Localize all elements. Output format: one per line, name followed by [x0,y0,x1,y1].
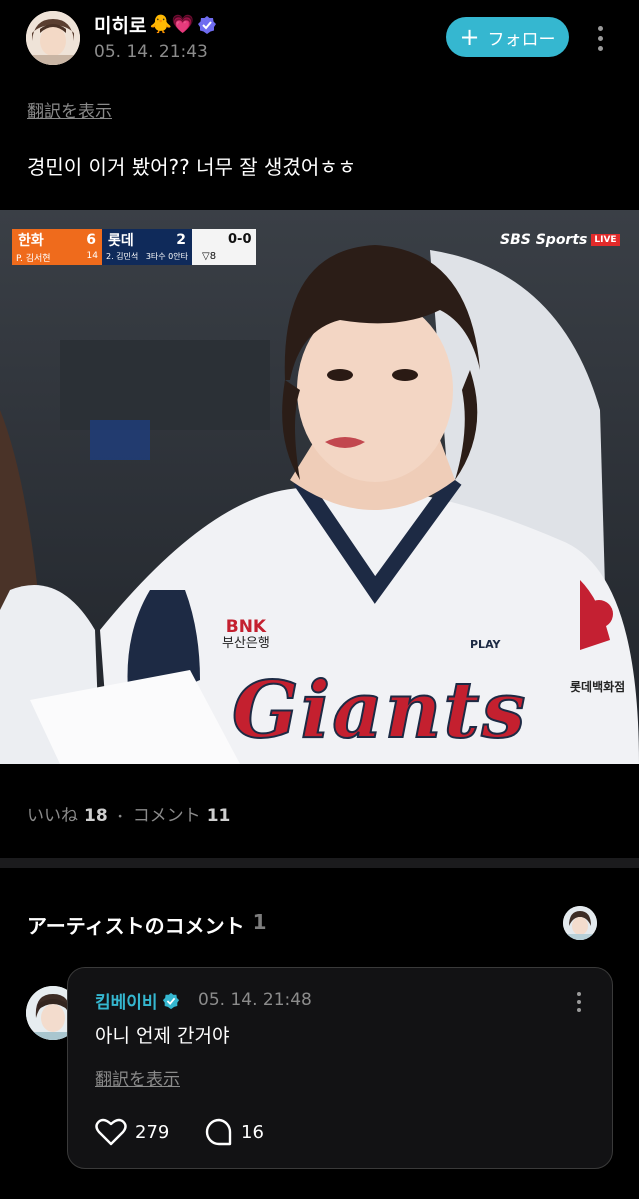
verified-badge-icon [162,992,180,1010]
post-image[interactable]: 한화 6 롯데 2 0-0 ▽8 P. 김서현 14 2. 김민석 3타수 0안… [0,210,639,764]
broadcaster-logo: SBS Sports LIVE [500,232,620,248]
batter-stat: 3타수 0안타 [145,252,188,261]
inning: ▽8 [202,251,217,262]
section-divider [0,858,639,868]
likes-count[interactable]: 18 [84,806,108,826]
artist-comments-header: アーティストのコメント 1 [27,910,267,939]
artist-comments-title: アーティストのコメント [27,914,245,938]
comment-translate-link[interactable]: 翻訳を表示 [95,1065,180,1090]
author-avatar[interactable] [26,11,80,65]
brand-logo: PLAY [470,638,501,651]
comment-author[interactable]: 킴베이비 [95,988,180,1013]
comment-reply-button[interactable]: 16 [205,1118,264,1146]
pitch-count: 14 [86,251,98,261]
post-timestamp: 05. 14. 21:43 [94,42,208,62]
away-score: 2 [176,232,186,248]
author-emoji: 🐥💗 [149,14,195,35]
comment-text: 아니 언제 간거야 [95,1025,230,1047]
artist-comment-card: 킴베이비 05. 14. 21:48 아니 언제 간거야 翻訳を表示 279 1… [67,967,613,1169]
ball-count: 0-0 [228,232,252,247]
broadcaster-name: SBS Sports [500,232,588,248]
verified-badge-icon [197,15,217,35]
sleeve-text: 롯데백화점 [570,680,626,694]
pitcher-name: P. 김서현 [16,254,51,264]
comment-author-name: 킴베이비 [95,993,158,1013]
comment-more-icon[interactable] [577,992,581,1012]
comment-like-count: 279 [135,1121,170,1143]
post-stats: いいね 18 ・ コメント 11 [27,801,230,826]
away-team: 롯데 [108,233,134,249]
comment-icon [205,1118,233,1146]
follow-label: フォロー [487,29,556,50]
home-score: 6 [86,232,96,248]
comments-count[interactable]: 11 [207,806,231,826]
comment-timestamp: 05. 14. 21:48 [198,990,312,1010]
stats-separator: ・ [113,810,127,825]
translate-link[interactable]: 翻訳を表示 [27,97,112,122]
sponsor-sub: 부산은행 [222,635,270,651]
likes-label: いいね [27,806,78,826]
sponsor-patch: BNK 부산은행 [222,618,270,651]
home-team: 한화 [18,233,44,249]
batter-info: 2. 김민석 3타수 0안타 [102,251,192,265]
more-icon[interactable] [598,26,603,51]
heart-icon [95,1118,127,1146]
artist-avatar-small[interactable] [563,906,597,940]
sponsor-text: BNK [225,617,267,637]
artist-comments-count: 1 [252,910,267,934]
plus-icon: + [459,23,480,51]
comment-like-button[interactable]: 279 [95,1118,169,1146]
jersey-text: Giants [231,664,528,757]
pitcher-info: P. 김서현 14 [12,251,102,265]
author-name-text: 미히로 [94,15,147,37]
live-badge: LIVE [591,234,620,246]
comments-label: コメント [132,806,201,826]
follow-button[interactable]: + フォロー [446,17,569,57]
batter-name: 2. 김민석 [106,252,139,261]
post-text: 경민이 이거 봤어?? 너무 잘 생겼어ㅎㅎ [27,155,357,179]
comment-reply-count: 16 [241,1121,264,1143]
author-name[interactable]: 미히로 🐥💗 [94,11,217,38]
scoreboard: 한화 6 롯데 2 0-0 ▽8 P. 김서현 14 2. 김민석 3타수 0안… [12,229,256,265]
